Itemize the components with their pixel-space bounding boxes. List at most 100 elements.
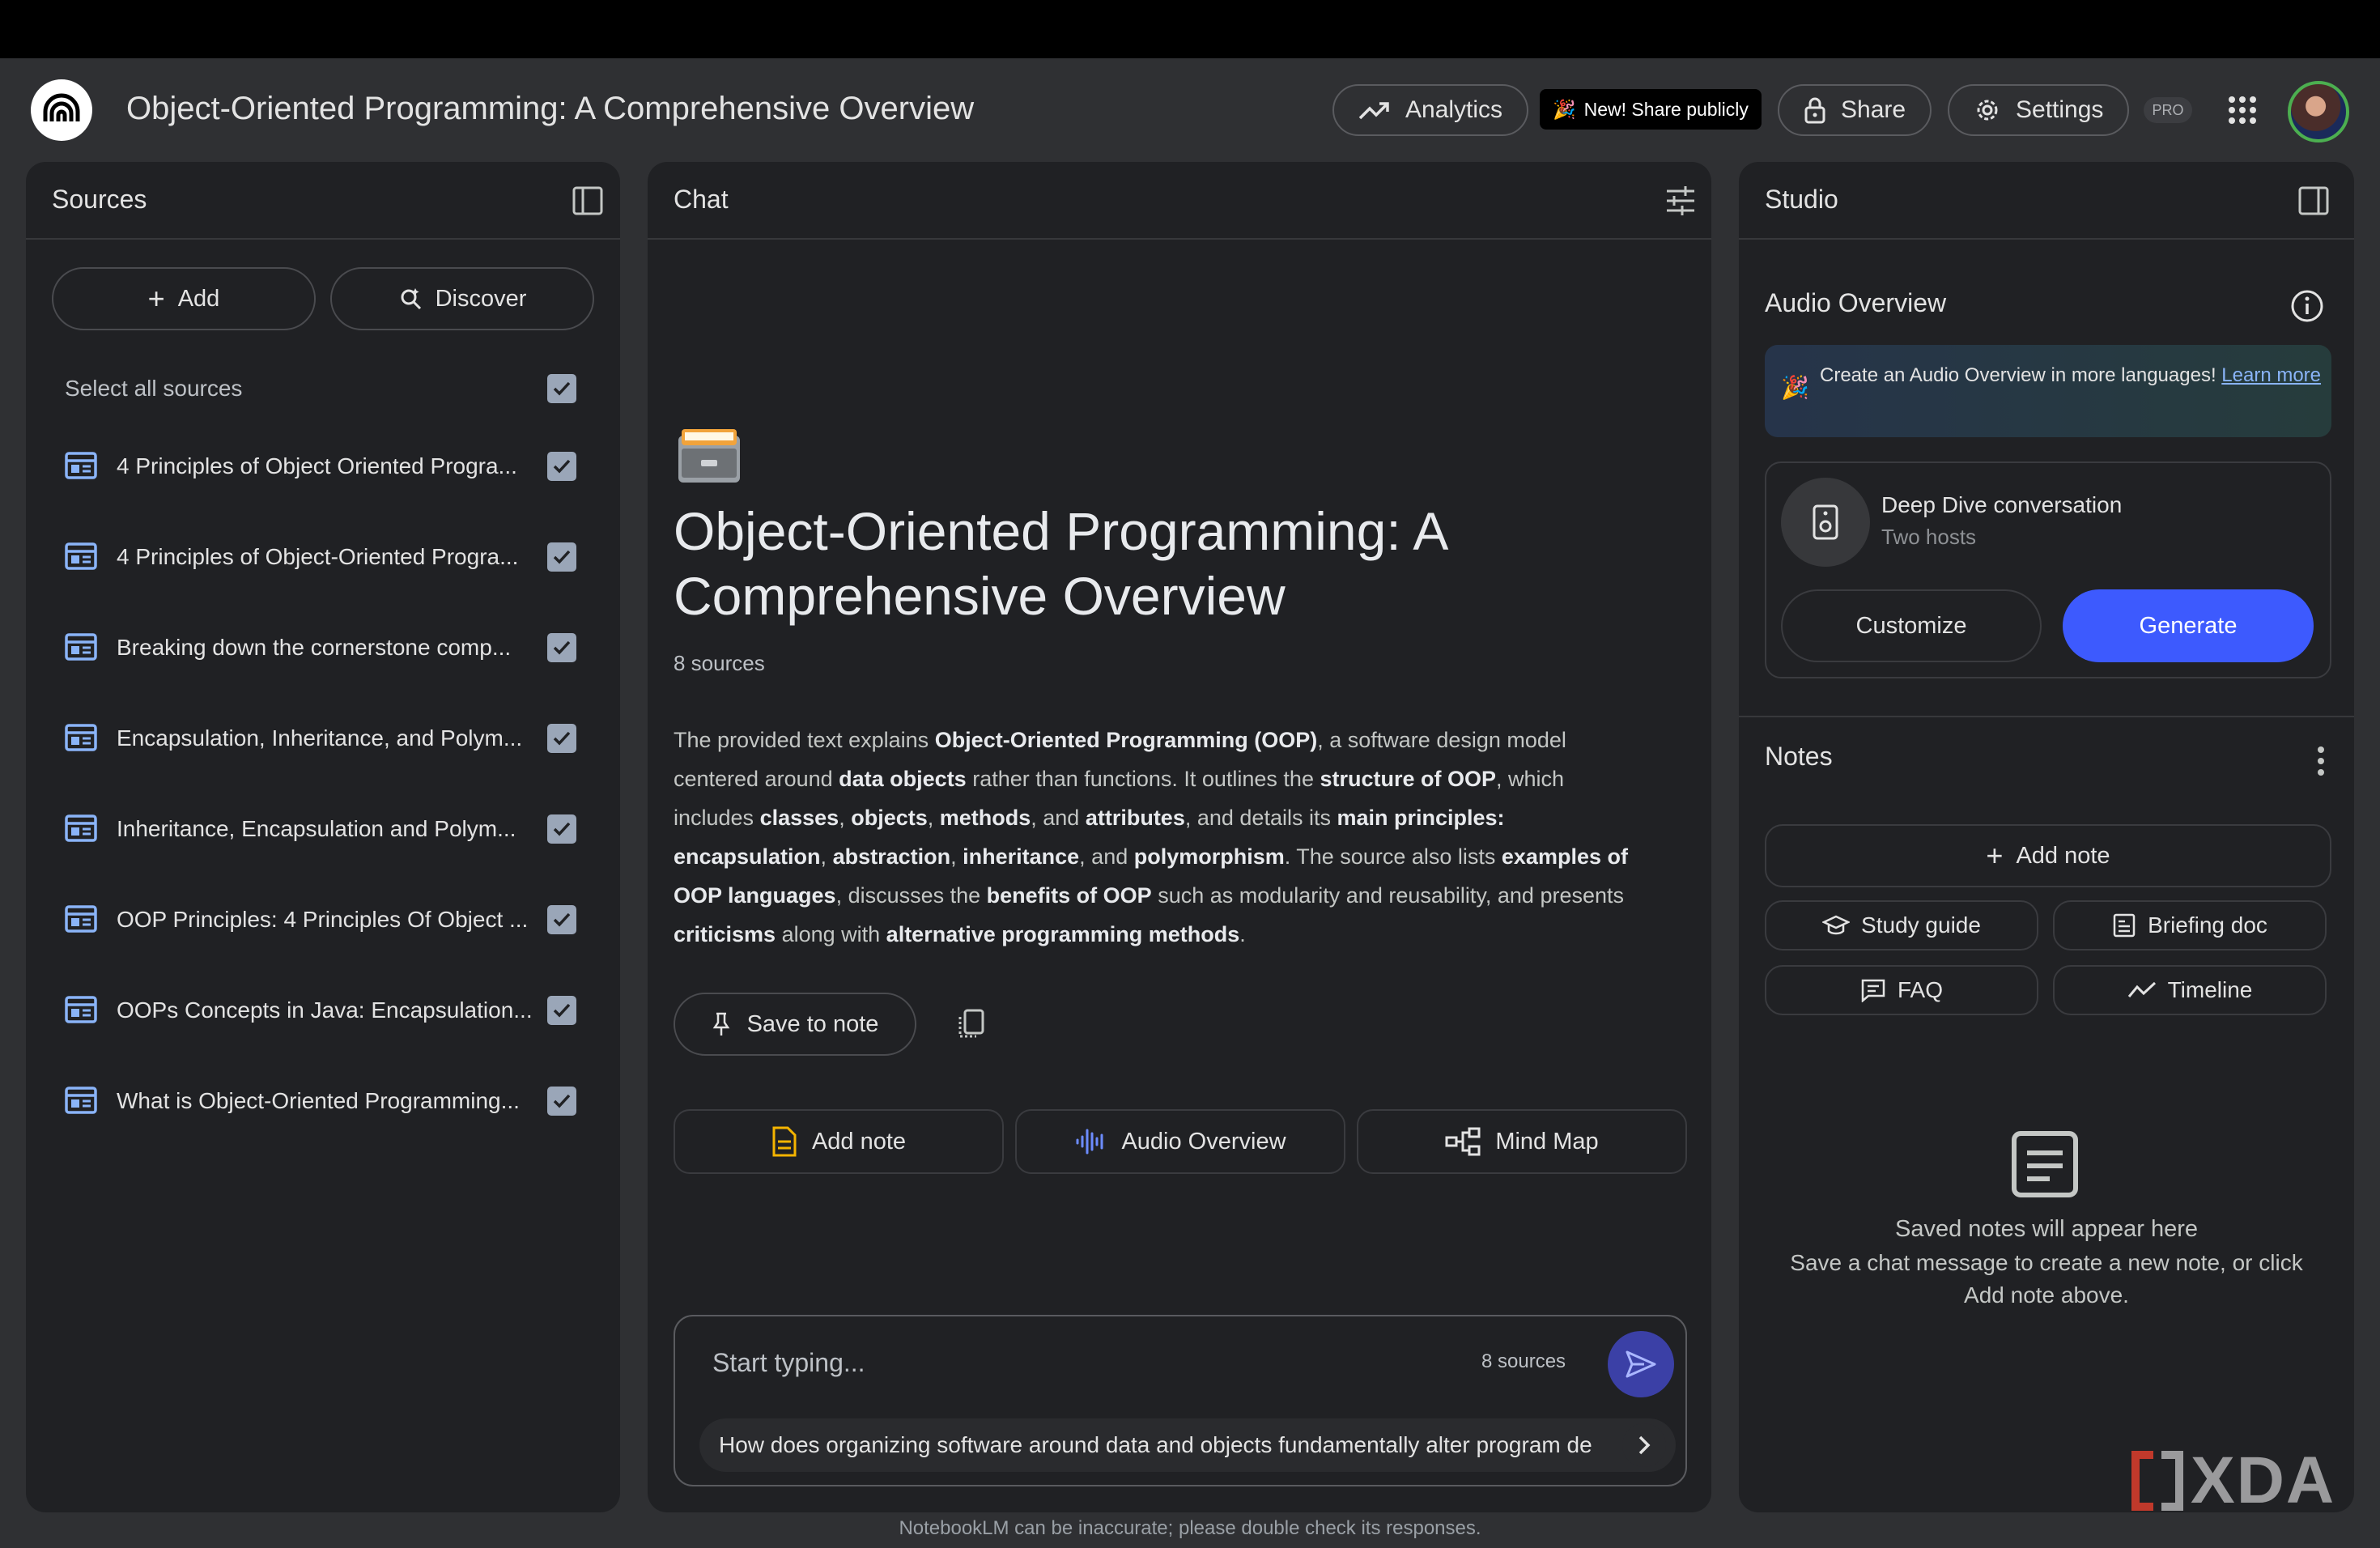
study-guide-button[interactable]: Study guide bbox=[1765, 900, 2038, 950]
studio-divider bbox=[1739, 716, 2354, 717]
add-source-button[interactable]: + Add bbox=[52, 267, 316, 330]
chat-panel: Chat Object-Oriented Programming: A Comp… bbox=[648, 162, 1711, 1512]
xda-logo-icon bbox=[2131, 1451, 2183, 1511]
apps-grid-icon[interactable] bbox=[2228, 96, 2257, 125]
study-guide-label: Study guide bbox=[1861, 912, 1981, 938]
discover-label: Discover bbox=[435, 285, 527, 312]
suggestion-next-button[interactable] bbox=[1622, 1423, 1666, 1467]
note-doc-icon bbox=[772, 1126, 797, 1157]
save-to-note-button[interactable]: Save to note bbox=[674, 993, 916, 1056]
studio-panel: Studio Audio Overview 🎉 Create an Audio … bbox=[1739, 162, 2354, 1512]
settings-button[interactable]: Settings bbox=[1948, 84, 2130, 136]
source-item[interactable]: Inheritance, Encapsulation and Polym... bbox=[65, 805, 583, 853]
new-share-publicly-badge[interactable]: 🎉 New! Share publicly bbox=[1540, 89, 1762, 130]
source-item-label: Encapsulation, Inheritance, and Polym... bbox=[117, 725, 523, 751]
checkmark-icon bbox=[553, 731, 571, 746]
info-icon[interactable] bbox=[2289, 288, 2325, 324]
add-note-button[interactable]: + Add note bbox=[1765, 824, 2331, 887]
source-item[interactable]: OOP Principles: 4 Principles Of Object .… bbox=[65, 895, 583, 944]
briefing-doc-button[interactable]: Briefing doc bbox=[2053, 900, 2327, 950]
source-checkbox[interactable] bbox=[547, 1087, 576, 1116]
new-badge-label: New! Share publicly bbox=[1583, 98, 1749, 120]
source-item-label: 4 Principles of Object-Oriented Progra..… bbox=[117, 544, 519, 569]
source-checkbox[interactable] bbox=[547, 814, 576, 844]
faq-label: FAQ bbox=[1897, 977, 1943, 1002]
notebook-heading: Object-Oriented Programming: A Comprehen… bbox=[674, 501, 1446, 626]
faq-button[interactable]: FAQ bbox=[1765, 965, 2038, 1015]
chat-input[interactable] bbox=[712, 1342, 1441, 1383]
audio-overview-action-button[interactable]: Audio Overview bbox=[1015, 1109, 1345, 1174]
web-source-icon bbox=[65, 996, 97, 1023]
mind-map-action-label: Mind Map bbox=[1495, 1128, 1599, 1155]
timeline-label: Timeline bbox=[2167, 977, 2253, 1002]
input-source-count: 8 sources bbox=[1481, 1350, 1566, 1372]
source-checkbox[interactable] bbox=[547, 542, 576, 572]
studio-title: Studio bbox=[1765, 185, 1838, 214]
source-item[interactable]: Encapsulation, Inheritance, and Polym... bbox=[65, 714, 583, 763]
pin-icon bbox=[712, 1012, 729, 1036]
chat-input-box: 8 sources How does organizing software a… bbox=[674, 1315, 1687, 1486]
chat-header: Chat bbox=[648, 162, 1711, 240]
footer-disclaimer: NotebookLM can be inaccurate; please dou… bbox=[899, 1517, 1481, 1539]
timeline-button[interactable]: Timeline bbox=[2053, 965, 2327, 1015]
web-source-icon bbox=[65, 542, 97, 570]
checkmark-icon bbox=[553, 640, 571, 655]
audio-wave-icon bbox=[1076, 1129, 1103, 1155]
source-item[interactable]: 4 Principles of Object Oriented Progra..… bbox=[65, 442, 583, 491]
source-checkbox[interactable] bbox=[547, 905, 576, 934]
source-checkbox[interactable] bbox=[547, 452, 576, 481]
source-item-label: OOP Principles: 4 Principles Of Object .… bbox=[117, 907, 529, 932]
top-bar bbox=[0, 0, 2380, 58]
pro-badge: PRO bbox=[2144, 97, 2192, 123]
source-checkbox[interactable] bbox=[547, 633, 576, 662]
copy-icon[interactable] bbox=[955, 1007, 988, 1040]
xda-text: XDA bbox=[2191, 1444, 2336, 1517]
graduation-cap-icon bbox=[1822, 915, 1851, 935]
save-to-note-label: Save to note bbox=[746, 1010, 879, 1037]
customize-button[interactable]: Customize bbox=[1781, 589, 2042, 662]
empty-notes-title: Saved notes will appear here bbox=[1894, 1216, 2198, 1242]
add-note-label: Add note bbox=[2016, 842, 2110, 869]
send-button[interactable] bbox=[1608, 1331, 1674, 1397]
speaker-icon bbox=[1781, 478, 1870, 567]
discover-search-icon bbox=[401, 288, 421, 310]
generate-button[interactable]: Generate bbox=[2063, 589, 2314, 662]
audio-overview-action-label: Audio Overview bbox=[1121, 1128, 1286, 1155]
source-item-label: Inheritance, Encapsulation and Polym... bbox=[117, 816, 516, 841]
web-source-icon bbox=[65, 724, 97, 751]
analytics-button[interactable]: Analytics bbox=[1332, 84, 1529, 136]
select-all-checkbox[interactable] bbox=[547, 374, 576, 403]
source-item[interactable]: 4 Principles of Object-Oriented Progra..… bbox=[65, 533, 583, 581]
source-checkbox[interactable] bbox=[547, 996, 576, 1025]
source-item-label: Breaking down the cornerstone comp... bbox=[117, 635, 512, 660]
lock-icon bbox=[1804, 97, 1825, 124]
gear-icon bbox=[1977, 100, 1998, 121]
source-item[interactable]: Breaking down the cornerstone comp... bbox=[65, 623, 583, 672]
suggested-question[interactable]: How does organizing software around data… bbox=[699, 1418, 1676, 1472]
source-item[interactable]: What is Object-Oriented Programming... bbox=[65, 1077, 583, 1125]
collapse-panel-icon[interactable] bbox=[572, 185, 604, 217]
file-cabinet-icon bbox=[678, 429, 740, 483]
more-vert-icon[interactable] bbox=[2317, 745, 2325, 777]
checkmark-icon bbox=[553, 912, 571, 927]
web-source-icon bbox=[65, 633, 97, 661]
share-button[interactable]: Share bbox=[1778, 84, 1932, 136]
source-item[interactable]: OOPs Concepts in Java: Encapsulation... bbox=[65, 986, 583, 1035]
source-item-label: What is Object-Oriented Programming... bbox=[117, 1088, 520, 1113]
tune-icon[interactable] bbox=[1664, 185, 1697, 217]
analytics-label: Analytics bbox=[1405, 96, 1503, 123]
select-all-label: Select all sources bbox=[65, 376, 243, 401]
collapse-studio-icon[interactable] bbox=[2297, 185, 2330, 217]
source-checkbox[interactable] bbox=[547, 724, 576, 753]
notebook-title[interactable]: Object-Oriented Programming: A Comprehen… bbox=[126, 91, 974, 127]
checkmark-icon bbox=[553, 822, 571, 836]
web-source-icon bbox=[65, 1087, 97, 1114]
add-source-label: Add bbox=[177, 285, 220, 312]
notebooklm-logo-icon[interactable] bbox=[31, 79, 92, 141]
add-note-action-button[interactable]: Add note bbox=[674, 1109, 1004, 1174]
deep-dive-title: Deep Dive conversation bbox=[1881, 492, 2123, 517]
learn-more-link[interactable]: Learn more bbox=[2221, 364, 2321, 386]
mind-map-action-button[interactable]: Mind Map bbox=[1357, 1109, 1687, 1174]
user-avatar[interactable] bbox=[2288, 81, 2349, 142]
discover-button[interactable]: Discover bbox=[330, 267, 594, 330]
